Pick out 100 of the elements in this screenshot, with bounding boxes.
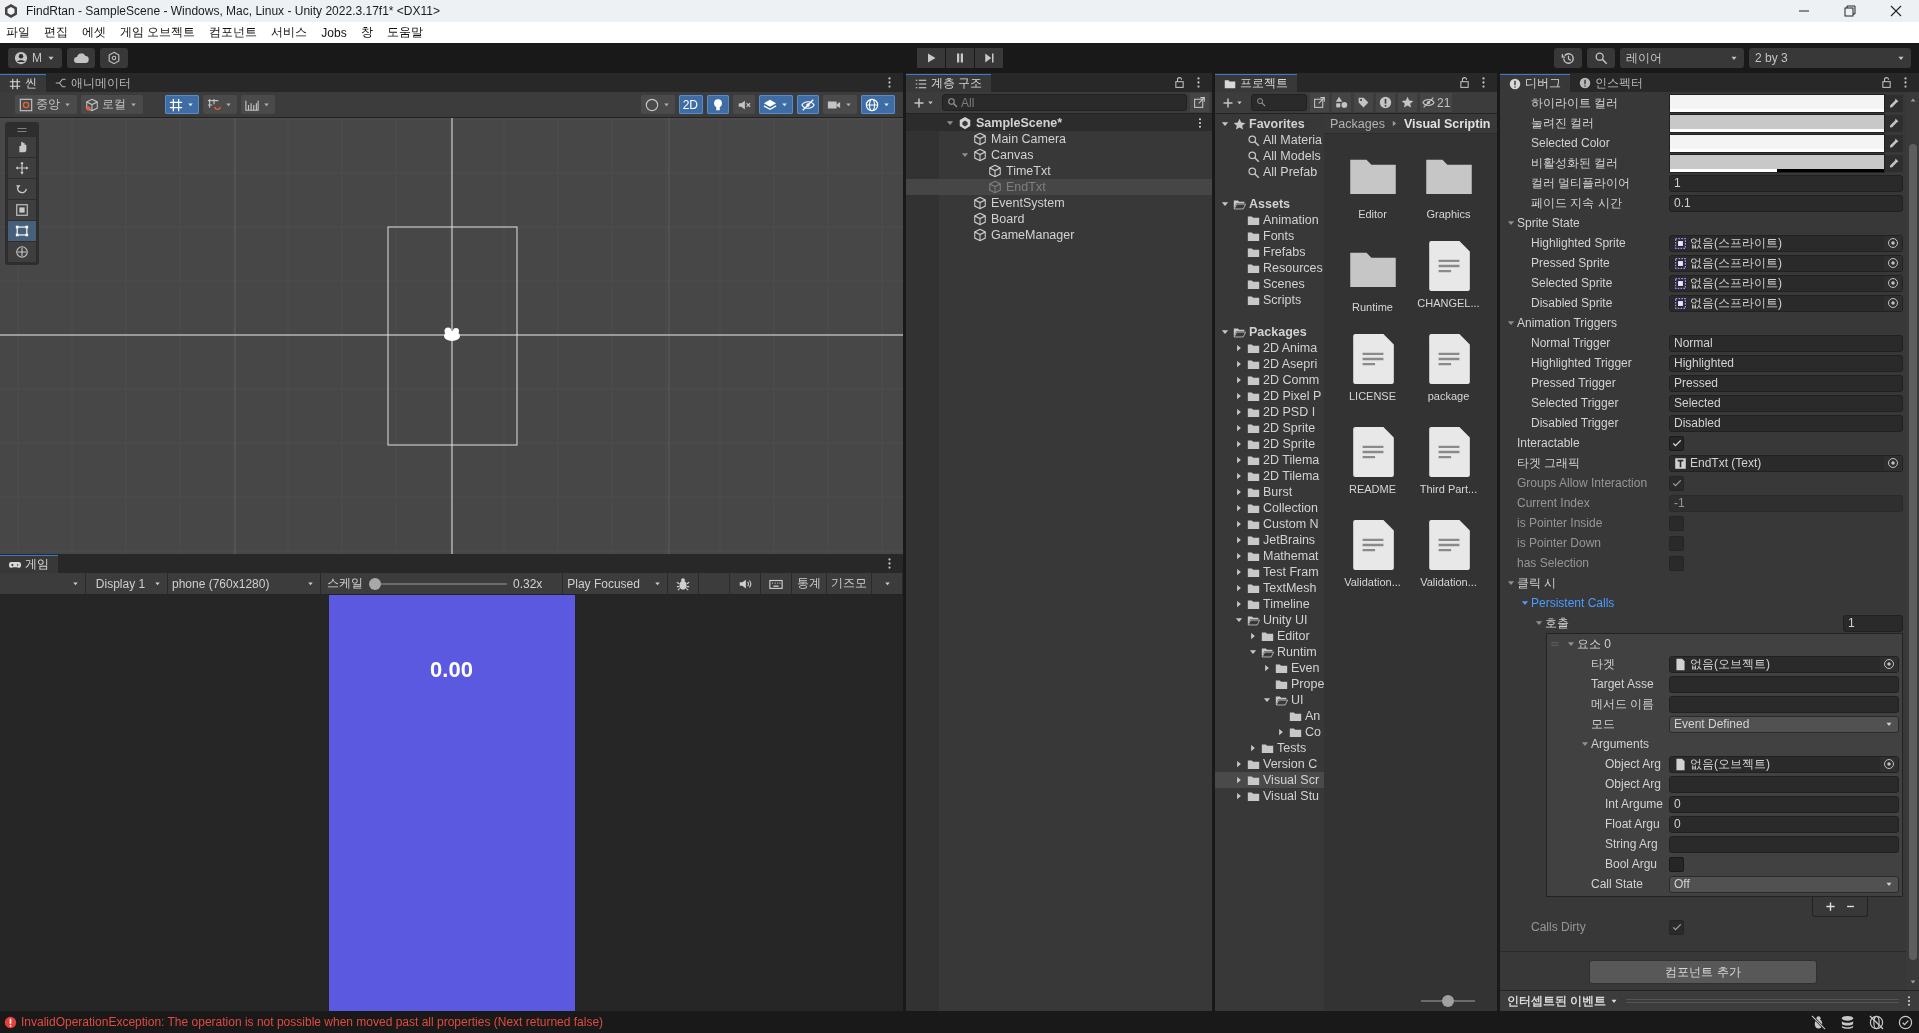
project-tree-item[interactable]: Test Fram — [1215, 564, 1324, 580]
dropdown[interactable]: Off — [1669, 875, 1899, 893]
foldout-label[interactable]: Animation Triggers — [1517, 316, 1618, 330]
project-tree-item[interactable]: Mathemat — [1215, 548, 1324, 564]
gizmos-dropdown[interactable] — [861, 95, 895, 114]
project-tree-item[interactable]: An — [1215, 708, 1324, 724]
text-field[interactable]: Normal — [1669, 334, 1903, 352]
hierarchy-item[interactable]: Main Camera — [906, 131, 1212, 147]
color-swatch[interactable] — [1669, 113, 1885, 133]
pause-button[interactable] — [945, 48, 974, 68]
document-icon[interactable] — [1427, 427, 1470, 477]
foldout-label[interactable]: 클릭 시 — [1517, 574, 1557, 592]
pivot-dropdown[interactable]: 중앙 — [15, 95, 77, 114]
account-button[interactable]: M — [8, 48, 62, 68]
asset-name[interactable]: Validation... — [1420, 576, 1477, 588]
hierarchy-item[interactable]: GameManager — [906, 227, 1212, 243]
menu-item[interactable]: 서비스 — [271, 24, 308, 41]
network-off-icon[interactable] — [1869, 1014, 1884, 1030]
checkbox[interactable] — [1669, 435, 1684, 451]
eyedropper-button[interactable] — [1885, 114, 1903, 132]
checkbox[interactable] — [1669, 856, 1684, 872]
project-tree-item[interactable]: Scripts — [1215, 292, 1324, 308]
color-swatch[interactable] — [1669, 93, 1885, 113]
panel-tab[interactable]: 디버그 — [1500, 74, 1570, 92]
resolution-dropdown[interactable]: phone (760x1280) — [168, 573, 321, 594]
project-tree-item[interactable]: 2D Tilema — [1215, 452, 1324, 468]
project-tree-item[interactable]: 2D Sprite — [1215, 420, 1324, 436]
label-filter-button[interactable] — [1354, 93, 1373, 112]
text-field[interactable] — [1669, 675, 1899, 693]
snap-toggle[interactable] — [203, 95, 237, 114]
asset-name[interactable]: CHANGEL... — [1417, 297, 1480, 309]
grid-button[interactable] — [165, 95, 199, 114]
eyedropper-button[interactable] — [1885, 154, 1903, 172]
document-icon[interactable] — [1351, 427, 1394, 477]
project-tree-item[interactable]: Timeline — [1215, 596, 1324, 612]
menu-item[interactable]: Jobs — [321, 25, 347, 40]
menu-item[interactable]: 게임 오브젝트 — [120, 24, 196, 41]
project-tree-item[interactable]: Visual Stu — [1215, 788, 1324, 804]
hierarchy-item[interactable]: Canvas — [906, 147, 1212, 163]
object-field[interactable]: 없음(스프라이트) — [1669, 254, 1903, 272]
project-tree-item[interactable]: Visual Scr — [1215, 772, 1324, 788]
project-tree-item[interactable]: Favorites — [1215, 116, 1324, 132]
document-icon[interactable] — [1427, 334, 1470, 384]
layers-dropdown[interactable]: 레이어 — [1620, 48, 1744, 68]
project-tree-item[interactable]: 2D Pixel P — [1215, 388, 1324, 404]
project-tree-item[interactable]: Animation — [1215, 212, 1324, 228]
project-tree-item[interactable]: Even — [1215, 660, 1324, 676]
gizmos-button[interactable]: 기즈모 — [826, 573, 872, 594]
object-picker-icon[interactable] — [1887, 297, 1899, 309]
cloud-button[interactable] — [67, 48, 95, 68]
project-tree-item[interactable]: Custom N — [1215, 516, 1324, 532]
color-swatch[interactable] — [1669, 133, 1885, 153]
transform-tool-button[interactable] — [8, 242, 36, 262]
project-tree-item[interactable]: UI — [1215, 692, 1324, 708]
text-field[interactable]: 0 — [1669, 815, 1899, 833]
asset-name[interactable]: Validation... — [1344, 576, 1401, 588]
layout-dropdown[interactable]: 2 by 3 — [1749, 48, 1911, 68]
size-field[interactable]: 1 — [1843, 614, 1903, 632]
hierarchy-item[interactable]: SampleScene* — [906, 114, 1212, 131]
rect-tool-button[interactable] — [8, 221, 36, 241]
debug-off-icon[interactable] — [1811, 1014, 1826, 1030]
project-tree-item[interactable]: All Models — [1215, 148, 1324, 164]
project-tree-item[interactable]: 2D Comm — [1215, 372, 1324, 388]
color-swatch[interactable] — [1669, 153, 1885, 173]
document-icon[interactable] — [1351, 334, 1394, 384]
search-scope-button[interactable] — [1310, 93, 1329, 112]
text-field[interactable] — [1669, 775, 1899, 793]
text-field[interactable] — [1669, 835, 1899, 853]
text-field[interactable]: Disabled — [1669, 414, 1903, 432]
camera-dropdown[interactable] — [823, 95, 857, 114]
cache-icon[interactable] — [1840, 1014, 1855, 1030]
scale-tool-button[interactable] — [8, 200, 36, 220]
eyedropper-button[interactable] — [1885, 134, 1903, 152]
asset-name[interactable]: Third Part... — [1419, 483, 1478, 495]
object-picker-icon[interactable] — [1887, 277, 1899, 289]
text-field[interactable]: 1 — [1669, 174, 1903, 192]
document-icon[interactable] — [1427, 520, 1470, 570]
menu-item[interactable]: 편집 — [44, 24, 68, 41]
project-tree-item[interactable]: Scenes — [1215, 276, 1324, 292]
project-tree-item[interactable]: 2D PSD I — [1215, 404, 1324, 420]
document-icon[interactable] — [1427, 241, 1470, 291]
text-field[interactable]: Selected — [1669, 394, 1903, 412]
project-tree-item[interactable]: Unity UI — [1215, 612, 1324, 628]
hand-tool-button[interactable] — [8, 137, 36, 157]
mode-2d-toggle[interactable]: 2D — [678, 95, 703, 114]
project-tree-item[interactable]: Editor — [1215, 628, 1324, 644]
project-tree-item[interactable]: Runtim — [1215, 644, 1324, 660]
project-tree-item[interactable]: Co — [1215, 724, 1324, 740]
check-circle-icon[interactable] — [1898, 1014, 1913, 1030]
object-picker-icon[interactable] — [1887, 257, 1899, 269]
menu-item[interactable]: 창 — [360, 24, 373, 41]
console-message[interactable]: InvalidOperationException: The operation is not possible when moved past all properties (Next returned false) — [21, 1015, 604, 1029]
display-dropdown[interactable]: Display 1 — [85, 573, 168, 594]
play-mode-dropdown[interactable]: Play Focused — [563, 573, 668, 594]
text-field[interactable] — [1669, 695, 1899, 713]
asset-name[interactable]: Graphics — [1426, 208, 1471, 220]
project-tree-item[interactable]: Frefabs — [1215, 244, 1324, 260]
menu-item[interactable]: 파일 — [6, 24, 30, 41]
foldout-label[interactable]: Persistent Calls — [1531, 596, 1615, 610]
lighting-toggle[interactable] — [707, 95, 729, 114]
